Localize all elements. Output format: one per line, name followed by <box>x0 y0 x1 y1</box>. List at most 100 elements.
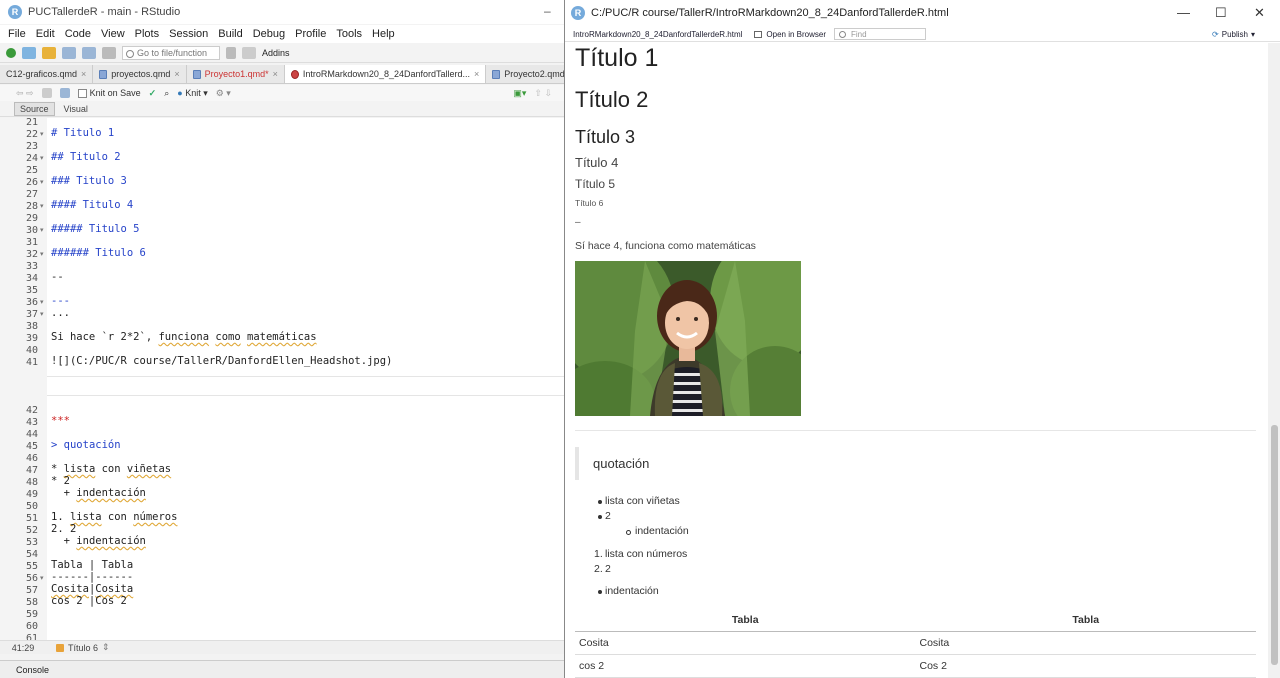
tab-proyectos[interactable]: proyectos.qmd × <box>93 65 187 83</box>
fold-arrow-icon[interactable]: ▾ <box>40 574 44 582</box>
pane-layout-icon[interactable] <box>242 46 256 59</box>
line-number: 24 <box>25 153 38 164</box>
table-header: Tabla <box>575 609 916 632</box>
code-text: > <box>51 439 64 451</box>
minimize-icon[interactable]: – <box>544 4 551 18</box>
search-icon[interactable]: ⌕ <box>164 88 169 99</box>
line-number: 23 <box>25 141 38 152</box>
code-line: * 2 <box>51 475 70 487</box>
heading-2: Título 2 <box>575 87 649 112</box>
fold-arrow-icon[interactable]: ▾ <box>40 130 44 138</box>
viewer-file-link[interactable]: IntroRMarkdown20_8_24DanfordTallerdeR.ht… <box>573 30 742 39</box>
circle-bullet-icon <box>626 530 631 535</box>
code-line: # Titulo 1 <box>51 127 115 139</box>
rendered-document: Título 1 Título 2 Título 3 Título 4 Títu… <box>565 43 1268 678</box>
rstudio-window: R PUCTallerdeR - main - RStudio – File E… <box>0 0 582 678</box>
code-line: ![](C:/PUC/R course/TallerR/DanfordEllen… <box>51 355 393 367</box>
knit-on-save-checkbox[interactable] <box>77 89 87 99</box>
viewer-scrollbar[interactable] <box>1268 43 1280 678</box>
menu-file[interactable]: File <box>8 28 26 40</box>
addins-menu[interactable]: Addins <box>262 48 290 58</box>
knit-button[interactable]: ● Knit ▾ <box>177 88 208 99</box>
table-cell: Cos 2 <box>915 654 1256 678</box>
numbered-item: lista con números <box>605 548 688 560</box>
show-in-window-icon[interactable] <box>41 88 52 98</box>
minimize-icon[interactable]: — <box>1177 5 1190 20</box>
bullet-icon <box>598 590 602 594</box>
tab-intro-rmarkdown[interactable]: IntroRMarkdown20_8_24DanfordTallerd... × <box>284 65 487 83</box>
menu-code[interactable]: Code <box>65 28 91 40</box>
line-number: 40 <box>25 345 38 356</box>
vcs-icon[interactable] <box>226 46 236 59</box>
new-project-icon[interactable] <box>22 46 36 59</box>
fold-arrow-icon[interactable]: ▾ <box>40 250 44 258</box>
heading-6: Título 6 <box>575 198 604 208</box>
updown-icon[interactable]: ⇕ <box>102 642 110 653</box>
spellcheck-icon[interactable]: ✓ <box>149 88 157 99</box>
menu-session[interactable]: Session <box>169 28 208 40</box>
line-number: 21 <box>25 118 38 128</box>
menu-help[interactable]: Help <box>372 28 395 40</box>
code-line: cos 2 |Cos 2 <box>51 595 127 607</box>
print-icon[interactable] <box>102 46 116 59</box>
code-line: > quotación <box>51 439 121 451</box>
code-text: viñetas <box>126 463 172 475</box>
line-number: 55 <box>25 561 38 572</box>
knit-on-save-toggle[interactable]: Knit on Save <box>77 88 141 99</box>
fold-arrow-icon[interactable]: ▾ <box>40 226 44 234</box>
fold-arrow-icon[interactable]: ▾ <box>40 202 44 210</box>
editor-toolbar: ⇦ ⇨ Knit on Save ✓ ⌕ ● Knit ▾ ⚙ ▾ ▣▾ ⇧ ⇩ <box>0 85 564 101</box>
open-folder-icon[interactable] <box>42 46 56 59</box>
maximize-icon[interactable]: ☐ <box>1215 5 1227 21</box>
close-icon[interactable]: × <box>474 69 479 79</box>
find-input[interactable]: Find <box>834 28 927 40</box>
go-to-file-input[interactable]: Go to file/function <box>122 45 220 60</box>
save-icon[interactable] <box>62 46 76 59</box>
line-number: 44 <box>25 429 38 440</box>
code-line: Cosita|Cosita <box>51 583 133 595</box>
scrollbar-thumb[interactable] <box>1271 425 1278 665</box>
section-selector[interactable]: Título 6 <box>68 643 98 653</box>
save-all-icon[interactable] <box>82 46 96 59</box>
save-file-icon[interactable] <box>59 88 70 98</box>
new-file-icon[interactable] <box>6 47 16 58</box>
line-number: 60 <box>25 621 38 632</box>
tab-proyecto1[interactable]: Proyecto1.qmd* × <box>187 65 285 83</box>
open-in-browser-button[interactable]: Open in Browser <box>754 30 826 39</box>
close-icon[interactable]: × <box>174 69 179 79</box>
table-cell: Cosita <box>575 631 916 655</box>
code-editor[interactable]: 21 22 ▾ 23 24 ▾ 25 26 ▾ 27 28 ▾ 29 30 ▾ … <box>0 118 564 640</box>
publish-button[interactable]: ⟳ Publish ▾ <box>1212 30 1255 39</box>
window-title: PUCTallerdeR - main - RStudio <box>28 6 181 18</box>
insert-chunk-icon[interactable]: ▣▾ <box>513 88 526 99</box>
close-icon[interactable]: × <box>81 69 86 79</box>
fold-arrow-icon[interactable]: ▾ <box>40 178 44 186</box>
qmd-file-icon <box>99 69 108 79</box>
code-text: Si hace `r 2*2`, <box>51 331 159 343</box>
code-line: + indentación <box>51 535 146 547</box>
menu-edit[interactable]: Edit <box>36 28 55 40</box>
tab-c12-graficos[interactable]: C12-graficos.qmd × <box>0 65 94 83</box>
menu-debug[interactable]: Debug <box>253 28 285 40</box>
close-icon[interactable]: × <box>273 69 278 79</box>
settings-gear-icon[interactable]: ⚙ ▾ <box>216 88 231 99</box>
line-number: 33 <box>25 261 38 272</box>
fold-arrow-icon[interactable]: ▾ <box>40 310 44 318</box>
fold-arrow-icon[interactable]: ▾ <box>40 298 44 306</box>
line-number: 26 <box>25 177 38 188</box>
menu-profile[interactable]: Profile <box>295 28 326 40</box>
menu-build[interactable]: Build <box>218 28 242 40</box>
menu-view[interactable]: View <box>101 28 125 40</box>
menu-plots[interactable]: Plots <box>135 28 159 40</box>
line-number: 50 <box>25 501 38 512</box>
fold-arrow-icon[interactable]: ▾ <box>40 154 44 162</box>
menu-tools[interactable]: Tools <box>336 28 362 40</box>
source-mode-button[interactable]: Source <box>14 101 55 116</box>
back-arrow-icon[interactable]: ⇦ ⇨ <box>16 88 34 99</box>
nav-up-down-icon[interactable]: ⇧ ⇩ <box>534 88 552 99</box>
line-number: 46 <box>25 453 38 464</box>
line-number: 25 <box>25 165 38 176</box>
close-icon[interactable]: ✕ <box>1254 5 1265 21</box>
console-tab[interactable]: Console <box>0 660 564 678</box>
visual-mode-button[interactable]: Visual <box>59 103 93 115</box>
